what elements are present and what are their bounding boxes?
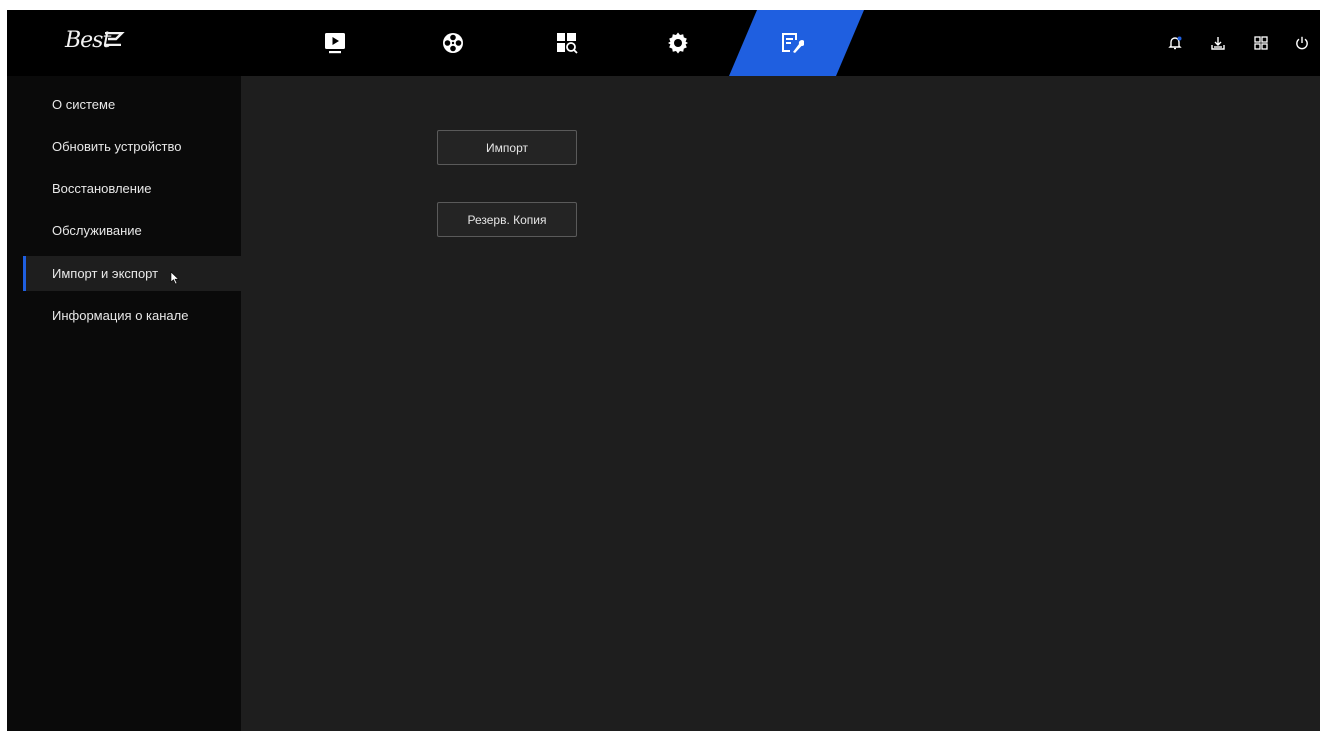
tab-settings[interactable] — [643, 10, 713, 76]
sidebar-item-label: Восстановление — [52, 181, 152, 196]
sidebar-item-label: Обслуживание — [52, 223, 142, 238]
import-button[interactable]: Импорт — [437, 130, 577, 165]
power-icon — [1296, 36, 1308, 50]
notification-button[interactable] — [1164, 32, 1186, 54]
power-button[interactable] — [1291, 32, 1313, 54]
layout-grid-icon — [1254, 36, 1268, 50]
tab-search[interactable] — [532, 10, 602, 76]
sidebar-item-label: Импорт и экспорт — [52, 266, 159, 281]
tab-maintenance[interactable] — [757, 10, 827, 76]
sidebar-menu: О системе Обновить устройство Восстановл… — [23, 76, 241, 731]
settings-gear-icon — [668, 32, 688, 54]
playback-icon — [325, 33, 345, 54]
tab-live-view[interactable] — [418, 10, 488, 76]
sidebar-item-import-export[interactable]: Импорт и экспорт — [23, 256, 241, 291]
topbar-utility-icons — [1160, 32, 1320, 54]
logo-mark-icon — [104, 32, 125, 46]
film-reel-icon — [443, 33, 463, 53]
layout-button[interactable] — [1250, 32, 1272, 54]
app-window: Best О системе Обновить устройство Восст… — [7, 10, 1320, 731]
sidebar-item-label: Обновить устройство — [52, 139, 182, 154]
sidebar-item-restore[interactable]: Восстановление — [23, 171, 241, 206]
sidebar-item-label: Информация о канале — [52, 308, 189, 323]
sidebar-item-maintenance[interactable]: Обслуживание — [23, 213, 241, 248]
download-icon — [1211, 37, 1225, 50]
backup-button[interactable]: Резерв. Копия — [437, 202, 577, 237]
sidebar-item-channel-info[interactable]: Информация о канале — [23, 298, 241, 333]
mouse-cursor-icon — [170, 271, 180, 285]
notification-bell-icon — [1168, 36, 1182, 50]
sidebar-item-update-device[interactable]: Обновить устройство — [23, 129, 241, 164]
brand-logo: Best — [65, 26, 155, 56]
left-edge-strip — [7, 76, 23, 731]
search-grid-icon — [557, 33, 578, 54]
download-button[interactable] — [1207, 32, 1229, 54]
top-navigation-bar: Best — [7, 10, 1320, 76]
maintenance-tools-icon — [782, 33, 804, 53]
sidebar-item-label: О системе — [52, 97, 116, 112]
tab-playback[interactable] — [300, 10, 370, 76]
sidebar-item-about[interactable]: О системе — [23, 87, 241, 122]
